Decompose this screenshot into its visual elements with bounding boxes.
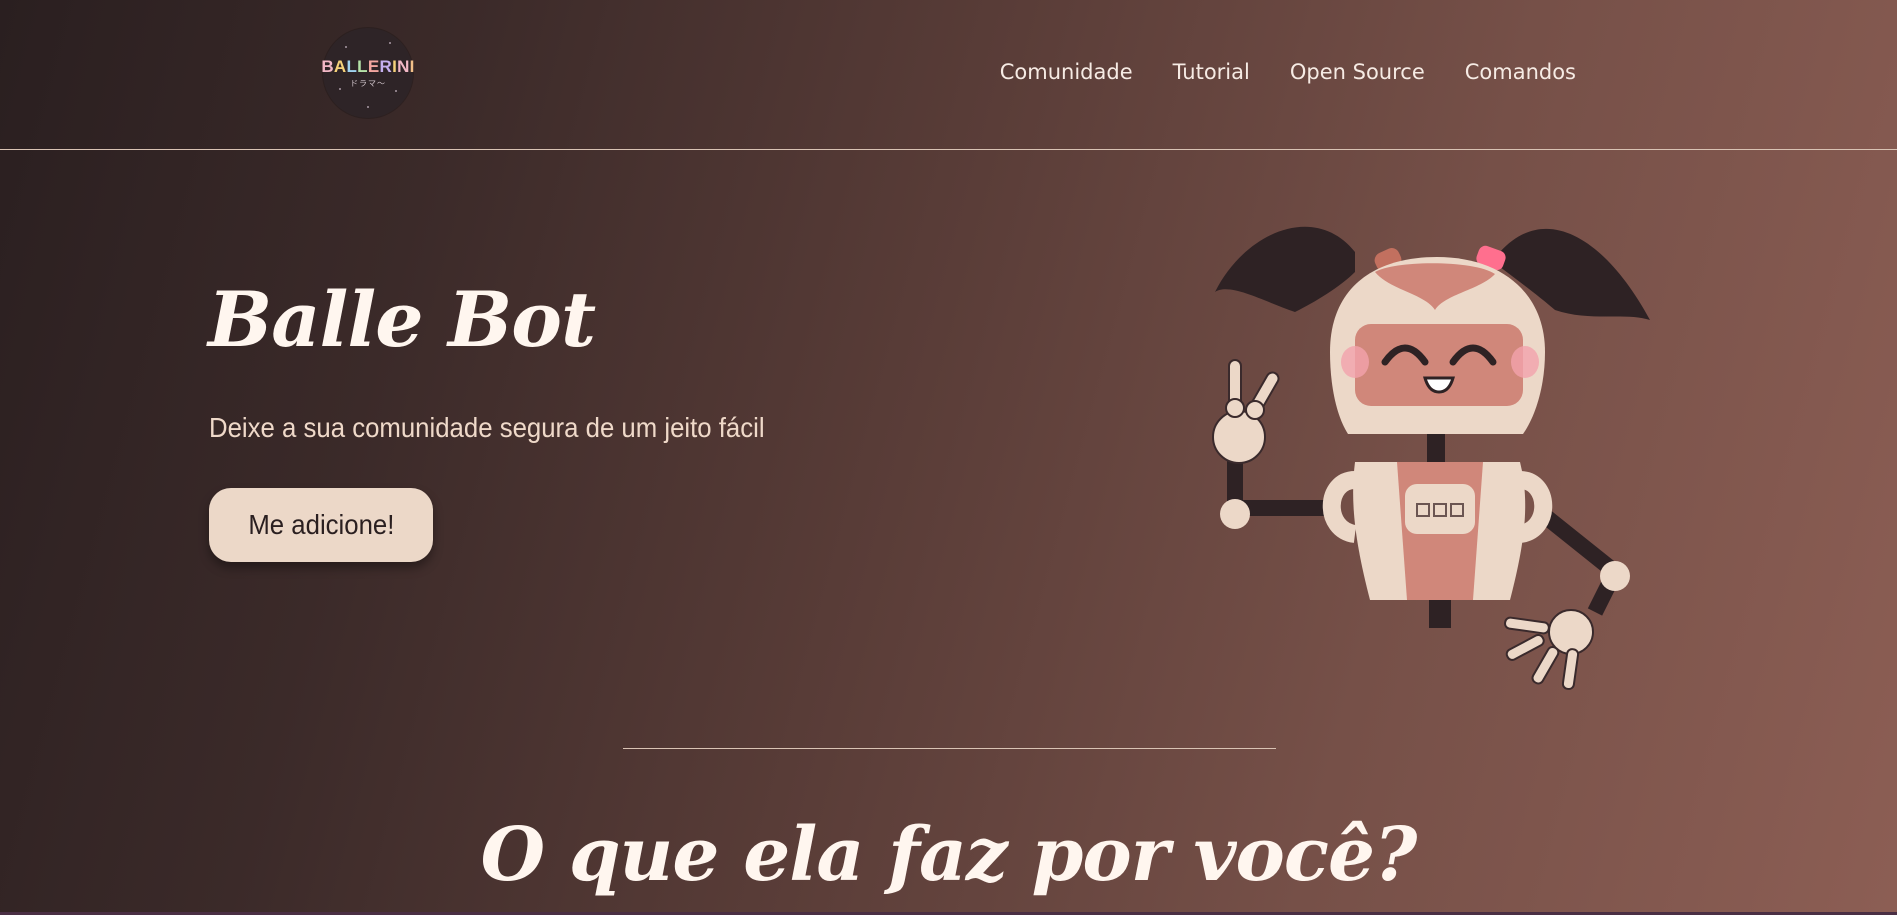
logo-letter: E [367, 57, 380, 76]
nav-link-open-source[interactable]: Open Source [1290, 60, 1425, 84]
add-bot-button-label: Me adicione! [247, 509, 395, 540]
hero-subtitle: Deixe a sua comunidade segura de um jeit… [209, 412, 765, 443]
robot-finger-right-2 [1505, 633, 1545, 661]
robot-illustration [1212, 226, 1650, 690]
hero-title: Balle Bot [208, 275, 596, 364]
robot-finger-right-3 [1531, 646, 1560, 685]
logo-letter: I [409, 57, 415, 76]
add-bot-button[interactable]: Me adicione! [209, 488, 433, 562]
logo-sparkle [339, 88, 341, 90]
robot-blush-right [1511, 346, 1539, 378]
site-header: B A L L E R I N I ドラマ〜 Comunidade Tutori… [0, 0, 1897, 150]
logo-sparkle [367, 106, 369, 108]
section-divider [623, 748, 1276, 749]
robot-chest-panel [1405, 484, 1475, 534]
main-nav: Comunidade Tutorial Open Source Comandos [1000, 60, 1576, 84]
logo-wordmark: B A L L E R I N I [321, 57, 414, 77]
robot-pigtail-left [1215, 226, 1355, 312]
robot-visor [1355, 324, 1523, 406]
ballerini-logo[interactable]: B A L L E R I N I ドラマ〜 [321, 28, 414, 118]
nav-link-comunidade[interactable]: Comunidade [1000, 60, 1133, 84]
nav-link-comandos[interactable]: Comandos [1465, 60, 1576, 84]
logo-letter: B [321, 57, 334, 76]
robot-leg [1429, 600, 1451, 628]
robot-finger-right-1 [1504, 616, 1550, 635]
section-title: O que ela faz por você? [480, 812, 1418, 898]
robot-knuckle-left [1245, 400, 1265, 420]
nav-link-tutorial[interactable]: Tutorial [1173, 60, 1250, 84]
robot-elbow-right [1600, 561, 1630, 591]
logo-letter: L [346, 57, 358, 76]
robot-ear-left [1322, 471, 1358, 543]
robot-finger-right-4 [1561, 648, 1580, 690]
logo-letter: N [397, 57, 410, 76]
robot-arm-right-upper [1535, 505, 1626, 616]
logo-letter: L [357, 57, 368, 76]
logo-letter: R [379, 57, 393, 76]
logo-sparkle [395, 90, 397, 92]
logo-subtitle: ドラマ〜 [350, 79, 386, 88]
robot-knuckle-left [1225, 398, 1245, 418]
logo-sparkle [389, 42, 391, 44]
robot-elbow-left [1220, 499, 1250, 529]
logo-letter: A [333, 57, 347, 76]
logo-sparkle [345, 46, 347, 48]
robot-blush-left [1341, 346, 1369, 378]
